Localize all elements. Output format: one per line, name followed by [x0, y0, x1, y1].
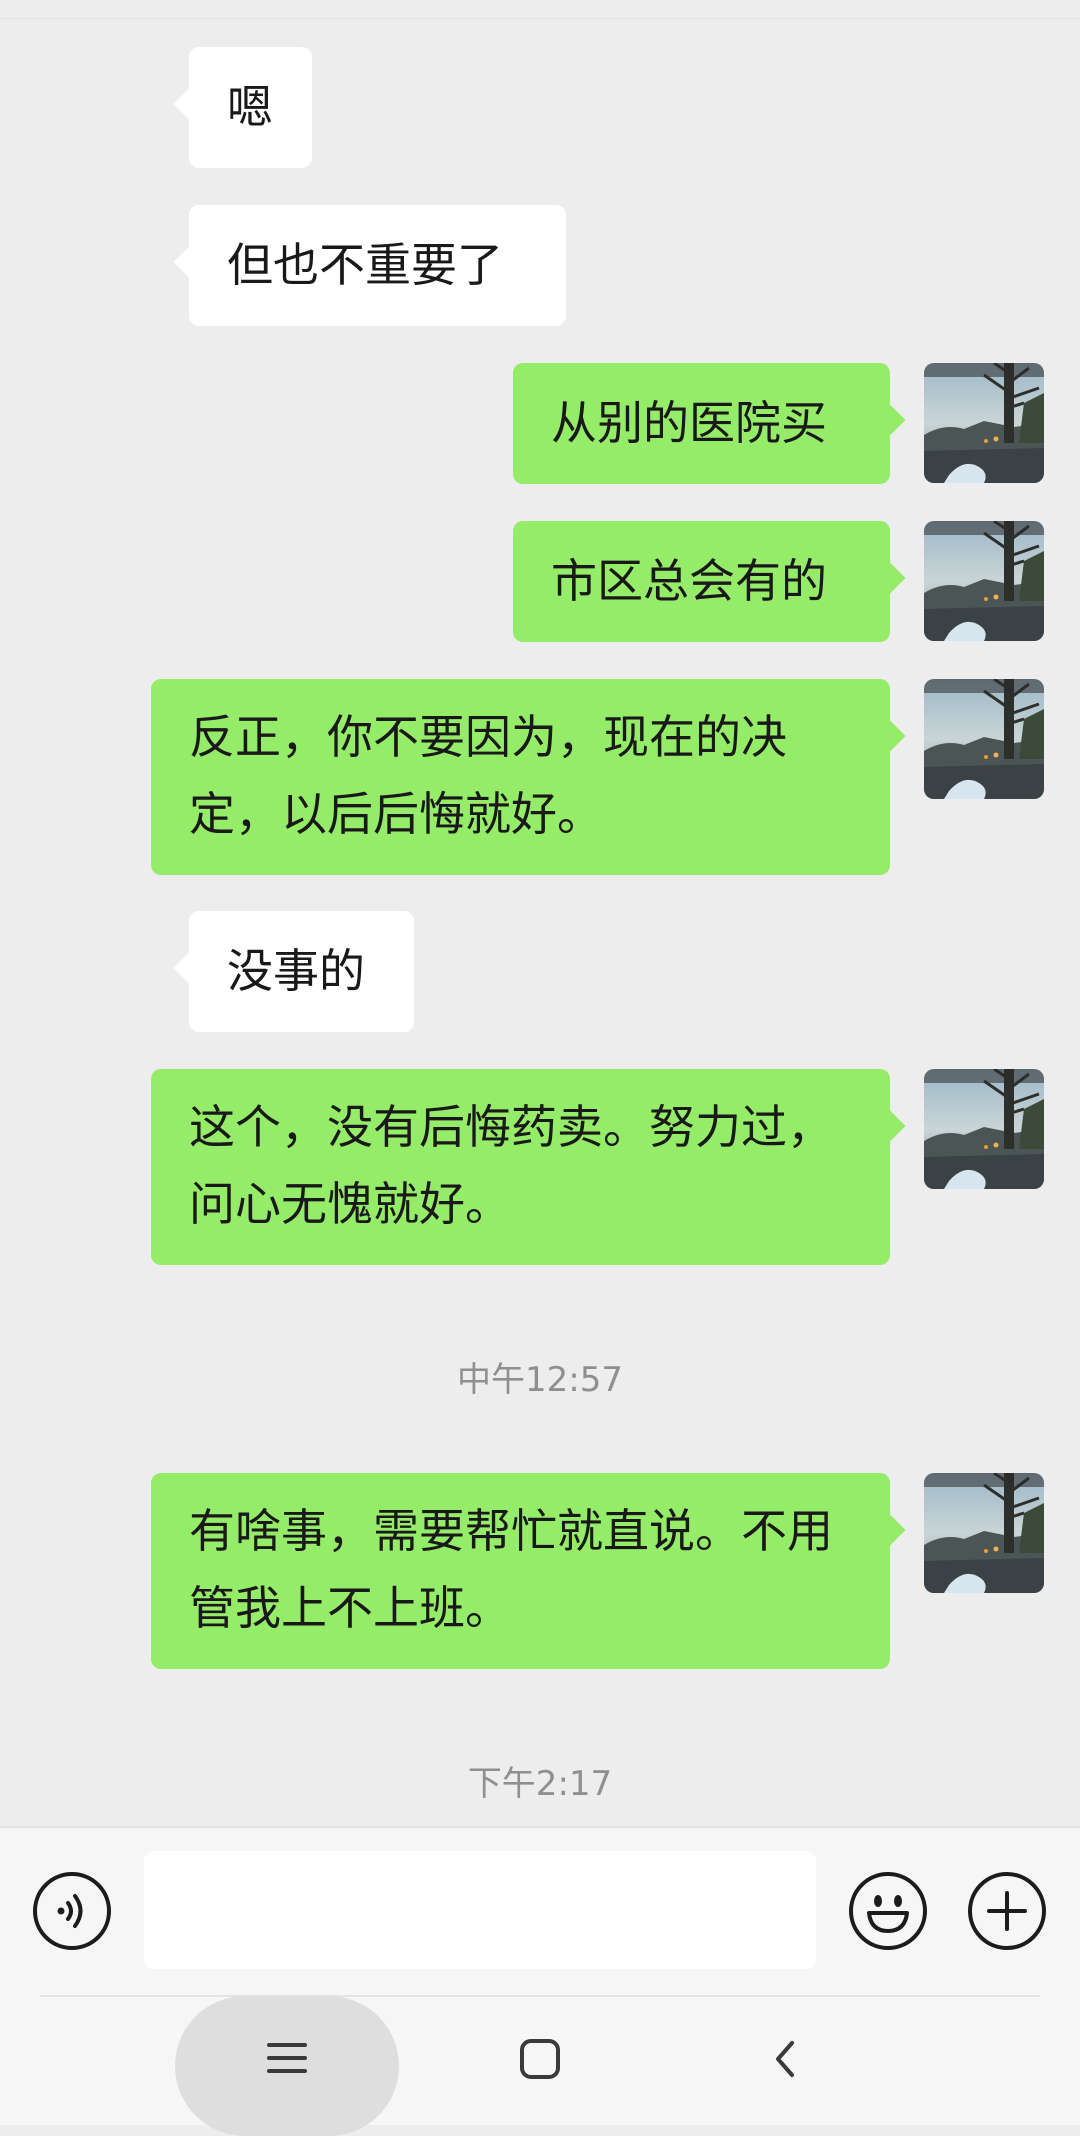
message-text: 从别的医院买	[551, 396, 827, 450]
avatar[interactable]	[924, 363, 1044, 483]
message-text: 没事的	[227, 944, 365, 998]
message-text: 这个，没有后悔药卖。努力过，问心无愧就好。	[189, 1100, 833, 1231]
avatar[interactable]	[924, 1473, 1044, 1593]
message-bubble-outgoing[interactable]: 市区总会有的	[513, 521, 890, 642]
toolbar-divider	[0, 1826, 1080, 1828]
nav-back-button[interactable]	[760, 2029, 810, 2089]
message-bubble-incoming[interactable]: 没事的	[189, 911, 414, 1032]
emoji-icon	[867, 1895, 909, 1933]
voice-icon	[57, 1894, 83, 1928]
message-bubble-outgoing[interactable]: 从别的医院买	[513, 363, 890, 484]
input-toolbar	[0, 1826, 1080, 2136]
nav-home-button[interactable]	[510, 2029, 570, 2089]
nav-menu-button[interactable]	[257, 2033, 317, 2083]
back-icon	[776, 2041, 794, 2077]
message-input[interactable]	[144, 1851, 816, 1969]
voice-button[interactable]	[33, 1872, 111, 1950]
home-icon	[520, 2039, 560, 2079]
nav-divider	[40, 1995, 1040, 1997]
timestamp: 中午12:57	[457, 1360, 623, 1400]
emoji-button[interactable]	[849, 1872, 927, 1950]
message-text: 反正，你不要因为，现在的决定，以后后悔就好。	[189, 710, 787, 841]
message-text: 有啥事，需要帮忙就直说。不用管我上不上班。	[189, 1504, 833, 1635]
message-bubble-incoming[interactable]: 嗯	[189, 47, 312, 168]
message-text: 但也不重要了	[227, 238, 503, 292]
menu-icon	[267, 2043, 307, 2073]
chat-area[interactable]: 嗯 但也不重要了 从别的医院买 市区总会有的 反正，你不要因为，现在的决定，以后…	[0, 0, 1080, 1826]
header-divider	[0, 18, 1080, 19]
timestamp: 下午2:17	[467, 1764, 613, 1804]
message-bubble-outgoing[interactable]: 反正，你不要因为，现在的决定，以后后悔就好。	[151, 679, 890, 875]
message-bubble-outgoing[interactable]: 有啥事，需要帮忙就直说。不用管我上不上班。	[151, 1473, 890, 1669]
message-text: 市区总会有的	[551, 554, 827, 608]
message-bubble-outgoing[interactable]: 这个，没有后悔药卖。努力过，问心无愧就好。	[151, 1069, 890, 1265]
plus-icon	[987, 1891, 1027, 1931]
message-text: 嗯	[227, 80, 273, 134]
add-button[interactable]	[968, 1872, 1046, 1950]
avatar[interactable]	[924, 1069, 1044, 1189]
avatar[interactable]	[924, 679, 1044, 799]
avatar[interactable]	[924, 521, 1044, 641]
message-bubble-incoming[interactable]: 但也不重要了	[189, 205, 566, 326]
